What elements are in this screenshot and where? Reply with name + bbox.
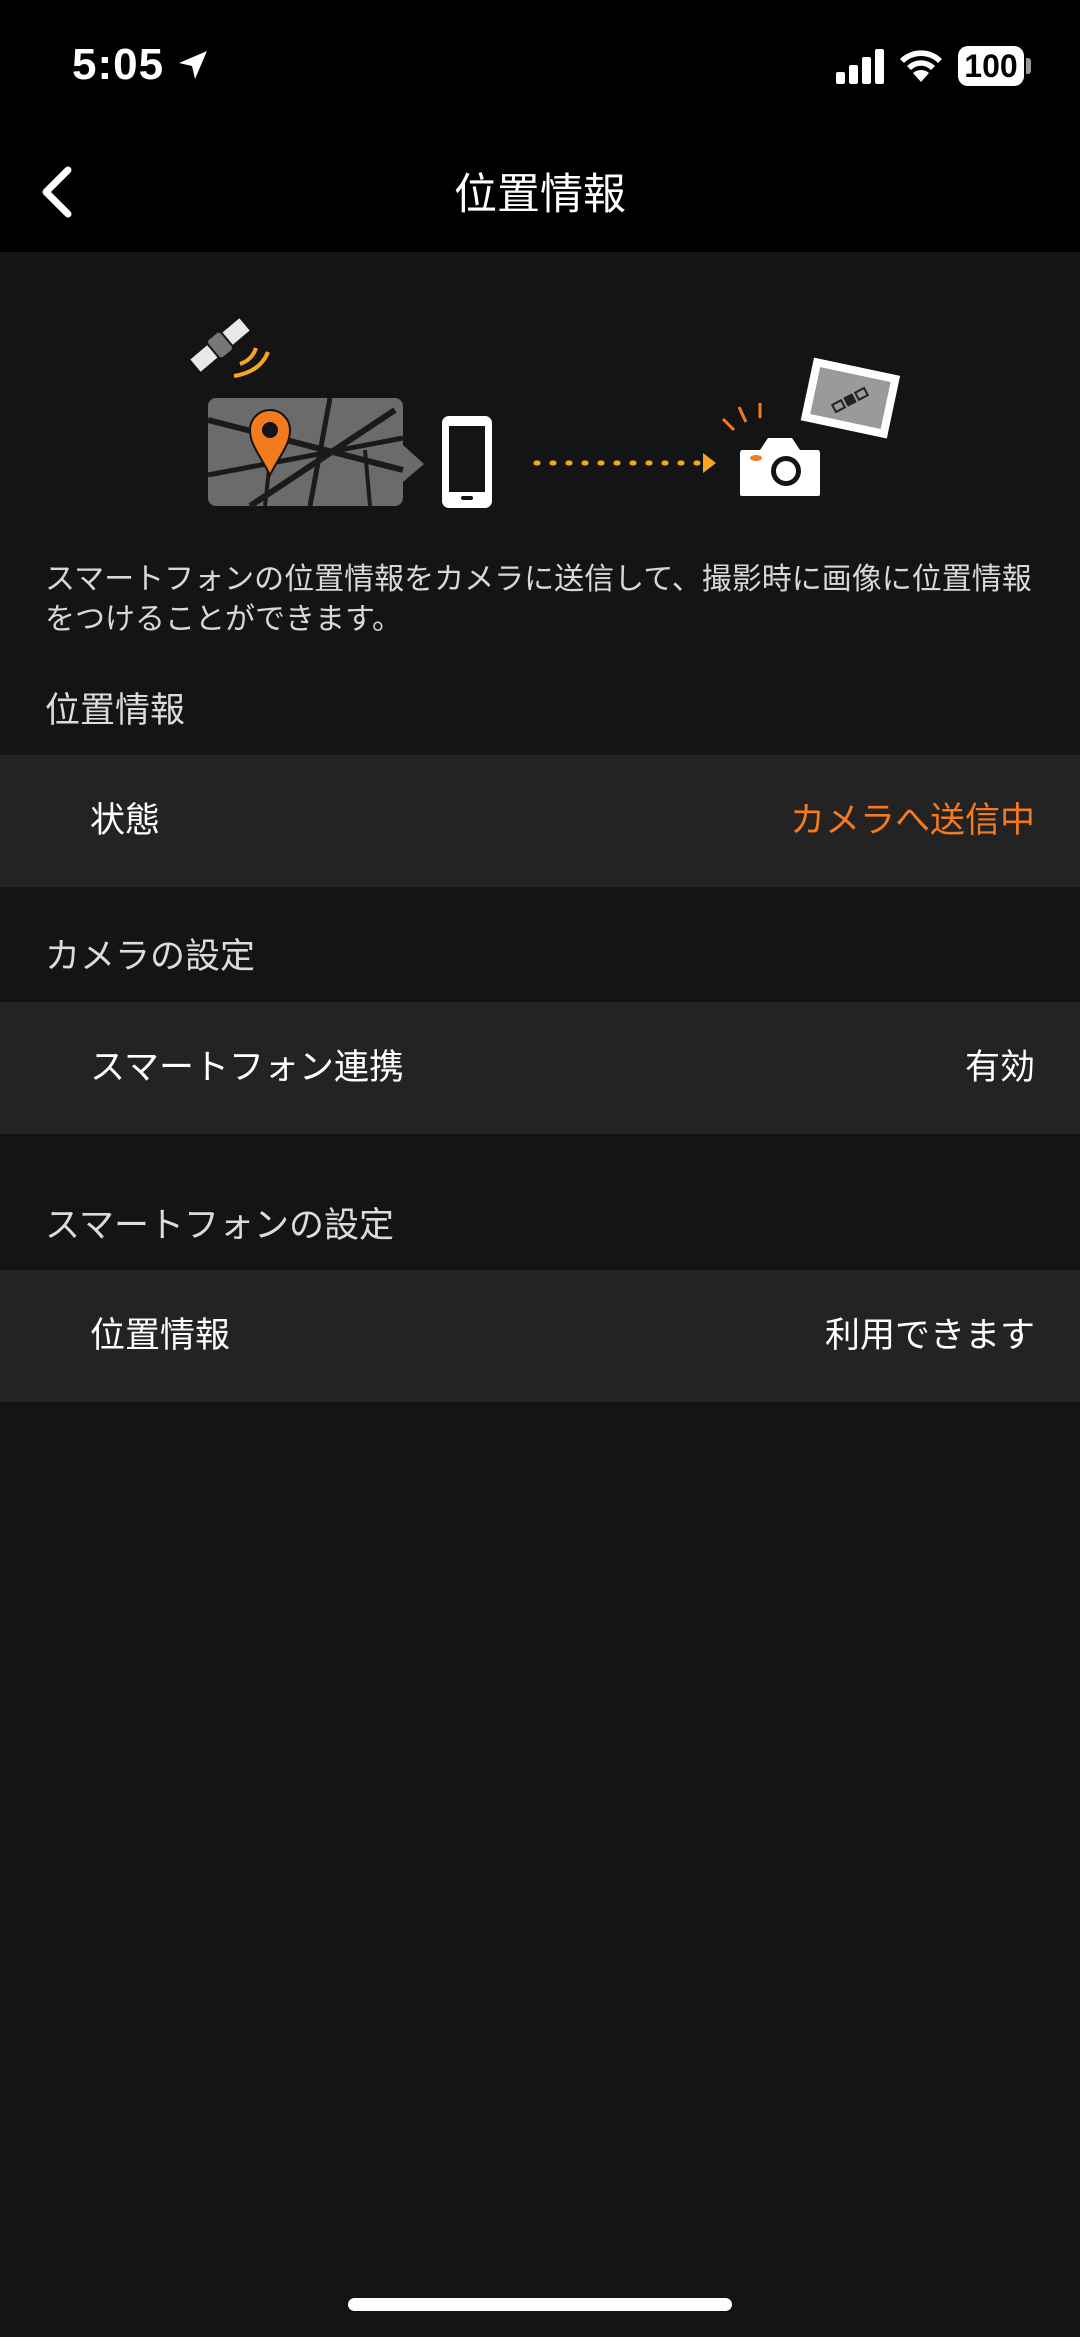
location-permission-value: 利用できます — [824, 1316, 1035, 1356]
status-bar: 5:05 100 — [0, 0, 1080, 130]
status-label: 状態 — [90, 801, 161, 841]
smartphone-link-row[interactable]: スマートフォン連携 有効 — [0, 1002, 1080, 1134]
smartphone-icon — [442, 416, 492, 508]
navigation-bar: 位置情報 — [0, 130, 1080, 252]
location-arrow-icon — [179, 51, 207, 79]
location-transfer-illustration — [190, 318, 901, 509]
battery-level: 100 — [964, 48, 1018, 84]
transfer-arrow-icon — [533, 453, 716, 473]
map-icon — [207, 397, 424, 509]
battery-icon: 100 — [958, 46, 1024, 86]
camera-icon — [740, 438, 820, 496]
home-indicator[interactable] — [348, 2298, 732, 2311]
status-row: 状態 カメラへ送信中 — [0, 755, 1080, 887]
section-header-location: 位置情報 — [45, 691, 186, 731]
battery-tip — [1026, 58, 1031, 74]
status-value: カメラへ送信中 — [789, 801, 1035, 841]
wifi-icon — [900, 50, 942, 82]
signal-bars-icon — [836, 49, 884, 84]
smartphone-link-value: 有効 — [964, 1048, 1035, 1088]
location-permission-row[interactable]: 位置情報 利用できます — [0, 1270, 1080, 1402]
feature-description: スマートフォンの位置情報をカメラに送信して、撮影時に画像に位置情報をつけることが… — [45, 562, 1032, 637]
geotagged-photo-icon — [800, 357, 901, 439]
page-title: 位置情報 — [454, 170, 626, 220]
smartphone-link-label: スマートフォン連携 — [90, 1048, 404, 1088]
section-header-camera-settings: カメラの設定 — [45, 937, 256, 977]
location-permission-label: 位置情報 — [90, 1316, 231, 1356]
section-header-smartphone-settings: スマートフォンの設定 — [45, 1206, 394, 1246]
status-time: 5:05 — [72, 40, 165, 89]
